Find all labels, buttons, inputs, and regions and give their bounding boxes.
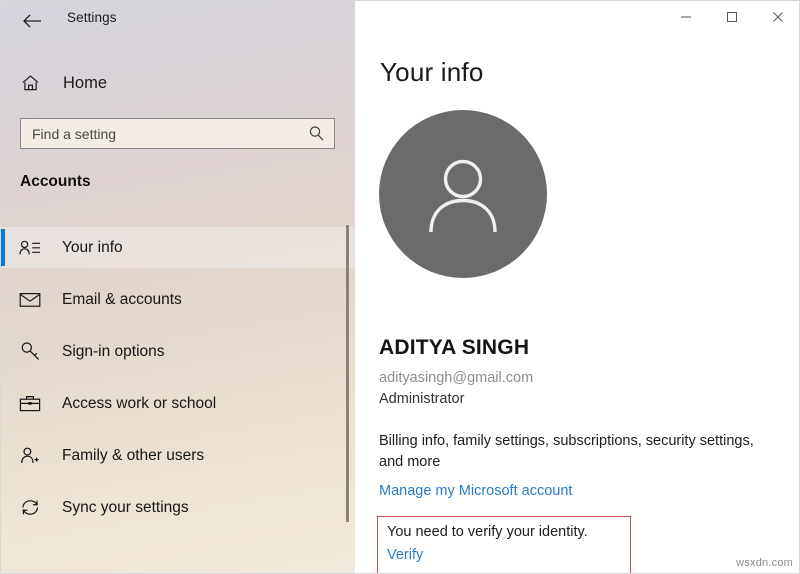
person-avatar-icon [429,159,497,233]
title-bar: Settings [1,1,355,41]
maximize-button[interactable] [709,1,755,33]
sidebar-nav: Your info Email & accounts Sign-in optio… [1,227,355,539]
search-input[interactable] [32,125,292,142]
sidebar-item-family-other-users[interactable]: Family & other users [1,435,355,476]
sidebar-item-your-info[interactable]: Your info [1,227,355,268]
selection-accent-bar [1,385,5,422]
scrollbar-thumb[interactable] [346,225,349,522]
sidebar-item-label: Sign-in options [62,342,165,360]
page-title: Your info [380,57,484,87]
sidebar-item-label: Access work or school [62,394,217,412]
sidebar-item-access-work-school[interactable]: Access work or school [1,383,355,424]
home-label: Home [63,73,108,92]
sidebar-item-sync-your-settings[interactable]: Sync your settings [1,487,355,528]
settings-window: Settings Home Find a setting Accounts Yo… [0,0,800,574]
back-arrow-icon[interactable] [17,7,47,35]
key-icon [18,340,42,364]
sidebar-item-label: Email & accounts [62,290,182,308]
search-icon[interactable] [308,125,325,147]
envelope-icon [18,288,42,312]
main-content: Your info ADITYA SINGH adityasingh@gmail… [355,1,799,573]
user-card-icon [18,236,42,260]
verify-identity-message: You need to verify your identity. [387,524,588,540]
sidebar-item-label: Your info [62,238,123,256]
window-controls [663,1,799,33]
window-title: Settings [67,10,117,25]
sidebar-item-home[interactable]: Home [1,65,331,101]
selection-accent-bar [1,333,5,370]
watermark: wsxdn.com [736,557,793,569]
sync-icon [18,496,42,520]
sidebar-item-email-accounts[interactable]: Email & accounts [1,279,355,320]
search-box[interactable] [20,118,335,149]
selection-accent-bar [1,281,5,318]
user-email: adityasingh@gmail.com [379,370,534,386]
sidebar-item-label: Family & other users [62,446,205,464]
selection-accent-bar [1,489,5,526]
sidebar-scrollbar[interactable] [345,225,351,522]
close-button[interactable] [755,1,799,33]
minimize-button[interactable] [663,1,709,33]
avatar[interactable] [379,110,547,278]
sidebar-item-signin-options[interactable]: Sign-in options [1,331,355,372]
home-icon [19,72,41,94]
manage-microsoft-account-link[interactable]: Manage my Microsoft account [379,483,572,499]
section-title: Accounts [20,173,91,190]
sidebar-item-label: Sync your settings [62,498,189,516]
user-role: Administrator [379,391,465,407]
sidebar: Settings Home Find a setting Accounts Yo… [1,1,355,573]
selection-accent-bar [1,229,5,266]
verify-link[interactable]: Verify [387,547,423,563]
verify-identity-box: You need to verify your identity. Verify [377,516,631,573]
user-name: ADITYA SINGH [379,336,530,359]
user-add-icon [18,444,42,468]
billing-description: Billing info, family settings, subscript… [379,433,754,470]
selection-accent-bar [1,437,5,474]
briefcase-icon [18,392,42,416]
